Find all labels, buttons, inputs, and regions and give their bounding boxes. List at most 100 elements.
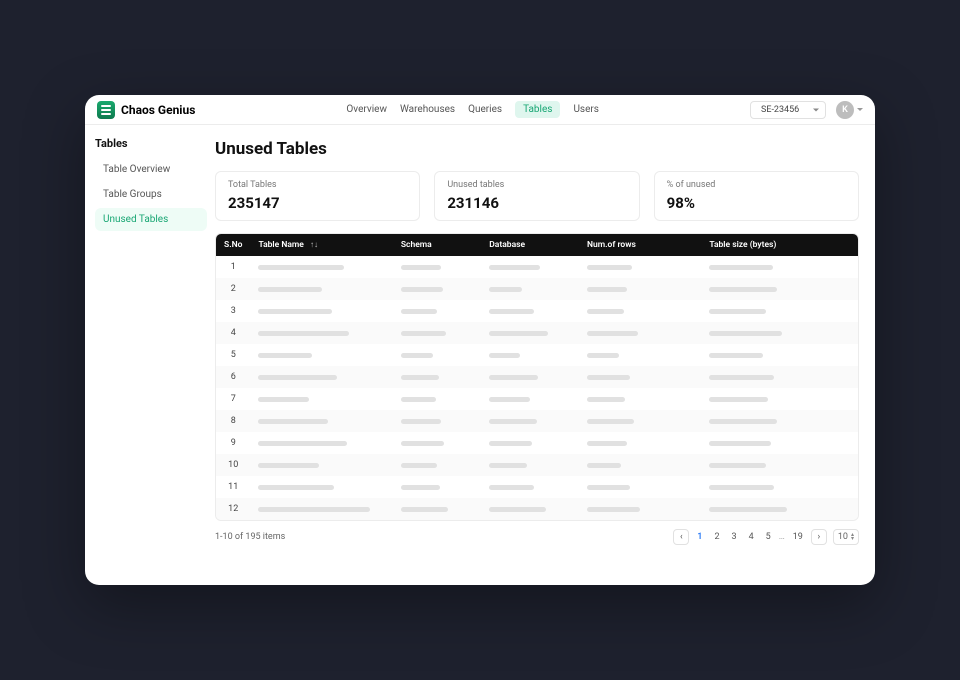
cell-rows xyxy=(579,322,701,344)
page-size-select[interactable]: 10 ▴▾ xyxy=(833,529,859,545)
cell-sno: 7 xyxy=(216,388,250,410)
stat-row: Total Tables235147Unused tables231146% o… xyxy=(215,171,859,221)
nav-queries[interactable]: Queries xyxy=(468,104,502,115)
cell-name xyxy=(250,256,392,278)
table-wrap: S.No Table Name ↑↓ Schema Database Num.o… xyxy=(215,233,859,521)
cell-size xyxy=(701,300,858,322)
cell-database xyxy=(481,432,579,454)
col-sno[interactable]: S.No xyxy=(216,234,250,256)
table-row[interactable]: 8 xyxy=(216,410,858,432)
cell-rows xyxy=(579,278,701,300)
unused-tables-table: S.No Table Name ↑↓ Schema Database Num.o… xyxy=(216,234,858,520)
last-page[interactable]: 19 xyxy=(791,532,805,542)
table-row[interactable]: 10 xyxy=(216,454,858,476)
cell-schema xyxy=(393,498,481,520)
sort-icon: ↑↓ xyxy=(310,240,318,249)
cell-rows xyxy=(579,366,701,388)
page-number[interactable]: 3 xyxy=(730,532,739,542)
cell-schema xyxy=(393,476,481,498)
user-menu[interactable]: K xyxy=(836,101,863,119)
top-right: SE-23456 K xyxy=(750,101,863,119)
page-number[interactable]: 4 xyxy=(747,532,756,542)
table-row[interactable]: 3 xyxy=(216,300,858,322)
chevron-down-icon xyxy=(857,108,863,114)
prev-page-button[interactable]: ‹ xyxy=(673,529,689,545)
cell-sno: 11 xyxy=(216,476,250,498)
cell-name xyxy=(250,476,392,498)
cell-rows xyxy=(579,256,701,278)
cell-database xyxy=(481,410,579,432)
brand-logo-icon xyxy=(97,101,115,119)
cell-schema xyxy=(393,278,481,300)
nav-warehouses[interactable]: Warehouses xyxy=(400,104,455,115)
cell-schema xyxy=(393,388,481,410)
cell-sno: 8 xyxy=(216,410,250,432)
table-row[interactable]: 1 xyxy=(216,256,858,278)
top-nav: Overview Warehouses Queries Tables Users xyxy=(346,101,599,118)
table-row[interactable]: 7 xyxy=(216,388,858,410)
cell-name xyxy=(250,300,392,322)
body: Tables Table OverviewTable GroupsUnused … xyxy=(85,125,875,585)
table-row[interactable]: 6 xyxy=(216,366,858,388)
cell-schema xyxy=(393,344,481,366)
col-schema[interactable]: Schema xyxy=(393,234,481,256)
cell-name xyxy=(250,322,392,344)
col-database[interactable]: Database xyxy=(481,234,579,256)
cell-rows xyxy=(579,344,701,366)
cell-sno: 4 xyxy=(216,322,250,344)
nav-users[interactable]: Users xyxy=(573,104,599,115)
cell-size xyxy=(701,256,858,278)
page-number[interactable]: 2 xyxy=(712,532,721,542)
pagination-ellipsis: … xyxy=(779,532,785,542)
account-id: SE-23456 xyxy=(761,105,799,115)
table-row[interactable]: 9 xyxy=(216,432,858,454)
sidebar-item[interactable]: Unused Tables xyxy=(95,208,207,231)
cell-rows xyxy=(579,498,701,520)
cell-database xyxy=(481,498,579,520)
cell-schema xyxy=(393,366,481,388)
main: Unused Tables Total Tables235147Unused t… xyxy=(215,125,875,585)
col-rows[interactable]: Num.of rows xyxy=(579,234,701,256)
cell-database xyxy=(481,388,579,410)
account-select[interactable]: SE-23456 xyxy=(750,101,826,119)
nav-overview[interactable]: Overview xyxy=(346,104,387,115)
nav-tables[interactable]: Tables xyxy=(515,101,560,118)
brand-name: Chaos Genius xyxy=(121,103,195,117)
cell-size xyxy=(701,432,858,454)
cell-rows xyxy=(579,410,701,432)
table-row[interactable]: 12 xyxy=(216,498,858,520)
cell-database xyxy=(481,322,579,344)
avatar: K xyxy=(836,101,854,119)
page-number[interactable]: 1 xyxy=(695,532,704,542)
sidebar-item[interactable]: Table Groups xyxy=(95,183,207,206)
col-size[interactable]: Table size (bytes) xyxy=(701,234,858,256)
cell-schema xyxy=(393,410,481,432)
cell-sno: 10 xyxy=(216,454,250,476)
table-row[interactable]: 5 xyxy=(216,344,858,366)
table-row[interactable]: 4 xyxy=(216,322,858,344)
cell-rows xyxy=(579,388,701,410)
cell-database xyxy=(481,344,579,366)
stat-label: % of unused xyxy=(667,180,846,190)
cell-rows xyxy=(579,300,701,322)
cell-name xyxy=(250,344,392,366)
cell-sno: 6 xyxy=(216,366,250,388)
page-number[interactable]: 5 xyxy=(764,532,773,542)
app-window: Chaos Genius Overview Warehouses Queries… xyxy=(85,95,875,585)
sidebar-item[interactable]: Table Overview xyxy=(95,158,207,181)
stepper-icon: ▴▾ xyxy=(851,533,854,541)
cell-schema xyxy=(393,322,481,344)
cell-name xyxy=(250,278,392,300)
stat-value: 235147 xyxy=(228,194,407,212)
cell-name xyxy=(250,410,392,432)
brand: Chaos Genius xyxy=(97,101,195,119)
cell-size xyxy=(701,344,858,366)
table-row[interactable]: 11 xyxy=(216,476,858,498)
cell-name xyxy=(250,454,392,476)
stat-card: % of unused98% xyxy=(654,171,859,221)
cell-name xyxy=(250,432,392,454)
col-name[interactable]: Table Name ↑↓ xyxy=(250,234,392,256)
table-row[interactable]: 2 xyxy=(216,278,858,300)
cell-size xyxy=(701,476,858,498)
next-page-button[interactable]: › xyxy=(811,529,827,545)
